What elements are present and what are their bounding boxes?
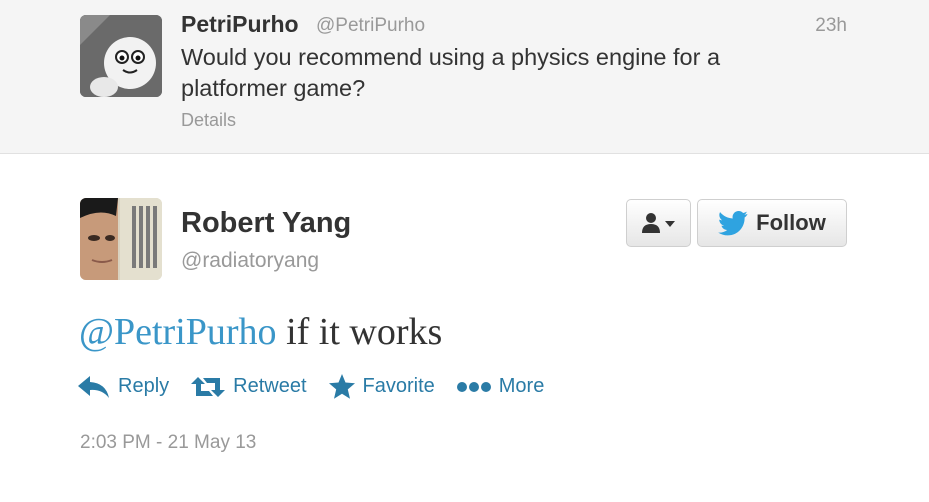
- favorite-label: Favorite: [362, 375, 435, 397]
- author-avatar[interactable]: [80, 198, 162, 280]
- favorite-button[interactable]: Favorite: [328, 374, 435, 399]
- author-photo-icon: [80, 198, 162, 280]
- retweet-icon: [191, 376, 226, 397]
- reply-arrow-icon: [78, 375, 109, 398]
- tweet-timestamp[interactable]: 2:03 PM - 21 May 13: [80, 432, 256, 454]
- tweet-page: PetriPurho @PetriPurho 23h Would you rec…: [0, 0, 929, 502]
- parent-tweet[interactable]: PetriPurho @PetriPurho 23h Would you rec…: [0, 0, 929, 154]
- user-dropdown-icon: [641, 213, 675, 233]
- details-link[interactable]: Details: [181, 110, 236, 131]
- parent-author-name[interactable]: PetriPurho: [181, 11, 299, 38]
- tweet-actions: Reply Retweet Favorite More: [78, 374, 566, 399]
- parent-avatar[interactable]: [80, 15, 162, 97]
- follow-label: Follow: [756, 210, 826, 235]
- parent-tweet-text: Would you recommend using a physics engi…: [181, 44, 721, 101]
- parent-author-handle[interactable]: @PetriPurho: [316, 15, 425, 37]
- user-actions-button[interactable]: [626, 199, 691, 247]
- ellipsis-icon: [456, 381, 491, 392]
- tweet-text: @PetriPurho if it works: [79, 310, 442, 354]
- more-button[interactable]: More: [456, 375, 545, 398]
- twitter-bird-icon: [718, 210, 748, 235]
- tweet-body: if it works: [276, 311, 443, 353]
- retweet-button[interactable]: Retweet: [191, 375, 307, 399]
- retweet-label: Retweet: [233, 375, 307, 397]
- parent-tweet-time[interactable]: 23h: [815, 15, 847, 37]
- author-name[interactable]: Robert Yang: [181, 207, 351, 240]
- more-label: More: [498, 375, 545, 397]
- star-icon: [328, 374, 355, 399]
- reply-label: Reply: [118, 375, 170, 397]
- mention-link[interactable]: @PetriPurho: [79, 311, 277, 353]
- cartoon-avatar-icon: [80, 15, 162, 97]
- follow-button[interactable]: Follow: [697, 199, 847, 247]
- reply-button[interactable]: Reply: [78, 375, 169, 399]
- author-handle[interactable]: @radiatoryang: [181, 249, 319, 273]
